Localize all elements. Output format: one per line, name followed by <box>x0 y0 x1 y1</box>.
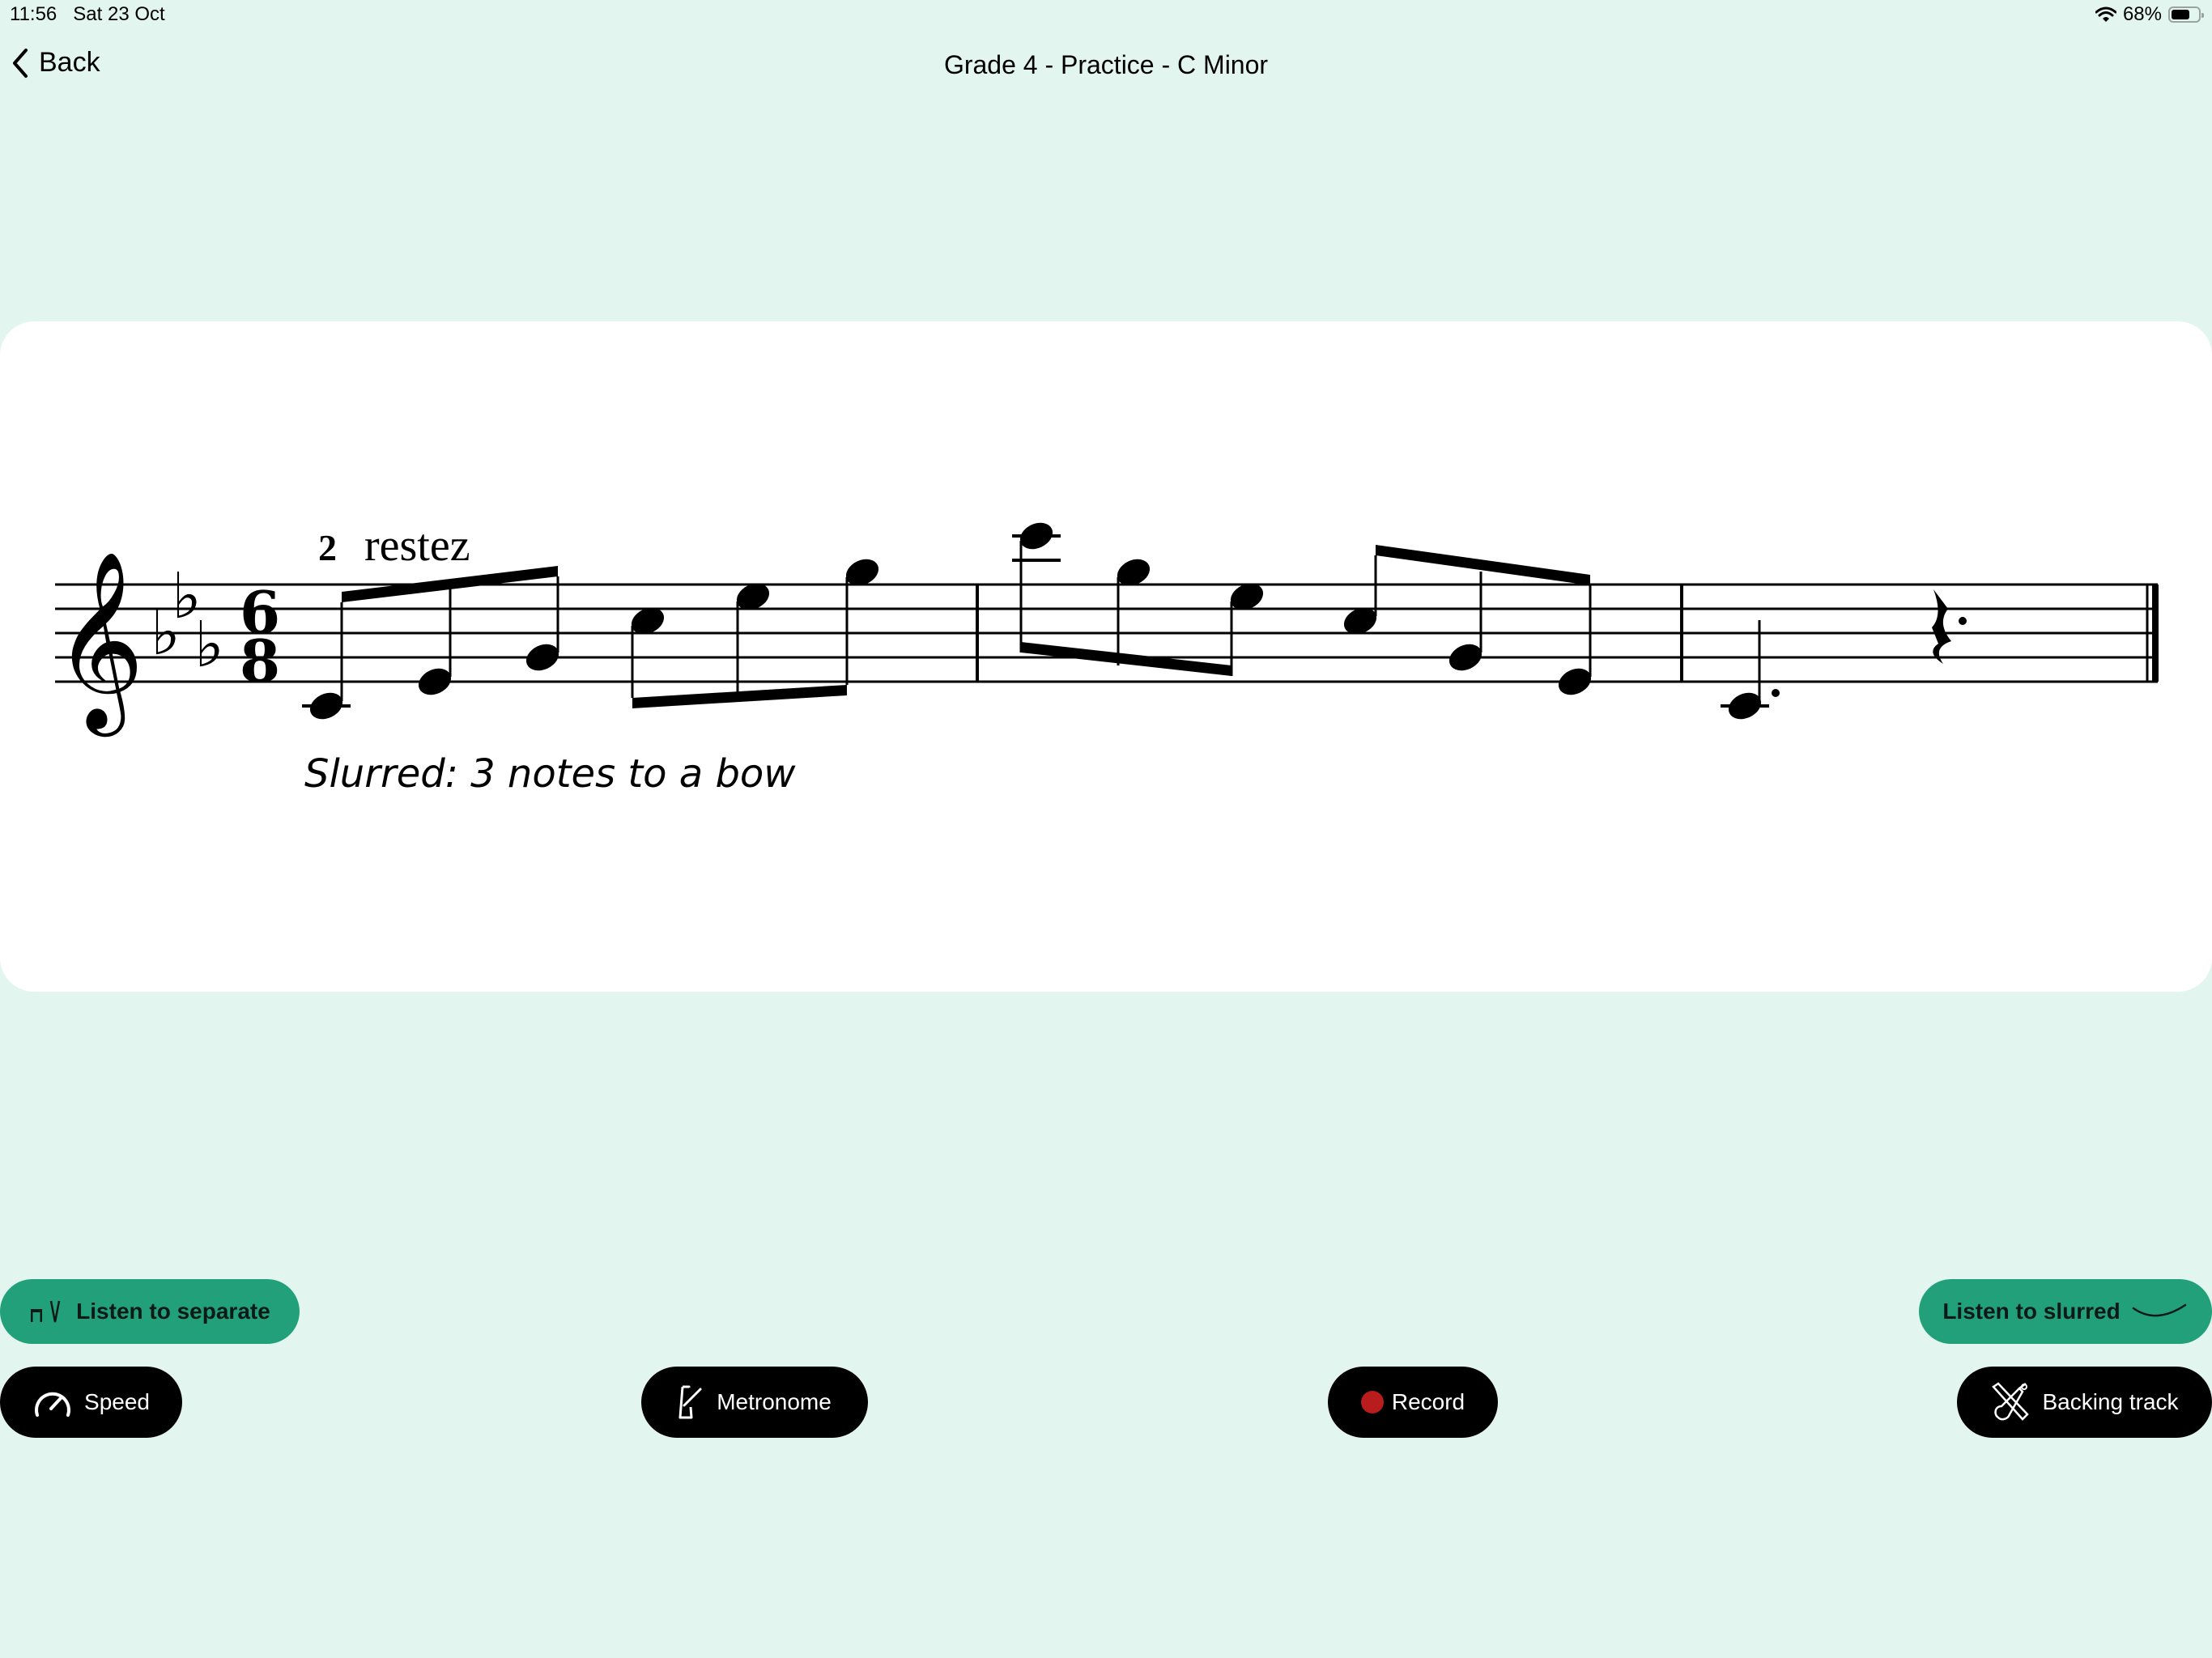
metronome-icon <box>678 1385 702 1419</box>
music-staff: 𝄞 ♭ ♭ ♭ 6 8 2 restez Slurred: 3 notes to… <box>53 521 2159 797</box>
beam <box>1021 642 1231 676</box>
slur-icon <box>2132 1303 2186 1317</box>
listen-slurred-button[interactable]: Listen to slurred <box>1919 1279 2212 1344</box>
speedometer-icon <box>35 1392 70 1417</box>
augmentation-dot <box>1772 689 1780 697</box>
record-label: Record <box>1391 1389 1465 1414</box>
record-button[interactable]: Record <box>1328 1367 1498 1438</box>
wifi-icon <box>2095 6 2116 22</box>
listen-separate-label: Listen to separate <box>76 1299 270 1324</box>
notes <box>302 522 1967 720</box>
battery-fill <box>2172 10 2189 19</box>
status-date: Sat 23 Oct <box>73 3 165 25</box>
treble-clef: 𝄞 <box>53 550 144 737</box>
battery-icon <box>2168 6 2204 23</box>
flat-a: ♭ <box>194 609 224 682</box>
beam <box>632 685 847 708</box>
record-dot-icon <box>1360 1391 1384 1414</box>
staff-lines <box>55 583 2159 683</box>
metronome-button[interactable]: Metronome <box>641 1367 868 1438</box>
time-signature-bottom: 8 <box>240 627 280 695</box>
fingering-number: 2 <box>318 527 337 568</box>
augmentation-dot <box>1959 617 1967 625</box>
battery-tip <box>2201 13 2204 18</box>
battery-percent: 68% <box>2122 3 2162 25</box>
listen-separate-button[interactable]: Listen to separate <box>0 1279 300 1344</box>
beam <box>1376 545 1590 585</box>
backing-track-button[interactable]: Backing track <box>1957 1367 2212 1438</box>
speed-button[interactable]: Speed <box>0 1367 182 1438</box>
down-bow-up-bow-icon <box>31 1300 61 1323</box>
backing-track-label: Backing track <box>2042 1389 2179 1414</box>
status-bar-right: 68% <box>2095 3 2204 26</box>
sheet-music-card: 𝄞 ♭ ♭ ♭ 6 8 2 restez Slurred: 3 notes to… <box>0 321 2212 992</box>
quarter-rest <box>1932 589 1951 664</box>
status-bar-time: 11:56 Sat 23 Oct <box>10 3 165 26</box>
page-title: Grade 4 - Practice - C Minor <box>943 50 1269 79</box>
speed-label: Speed <box>84 1389 150 1414</box>
listen-slurred-label: Listen to slurred <box>1942 1299 2121 1324</box>
direction-text: restez <box>364 521 470 571</box>
metronome-label: Metronome <box>717 1389 832 1414</box>
final-barline-thick <box>2152 585 2159 682</box>
status-time: 11:56 <box>10 3 57 25</box>
violin-icon <box>1992 1382 2030 1421</box>
instruction-text: Slurred: 3 notes to a bow <box>304 751 796 797</box>
